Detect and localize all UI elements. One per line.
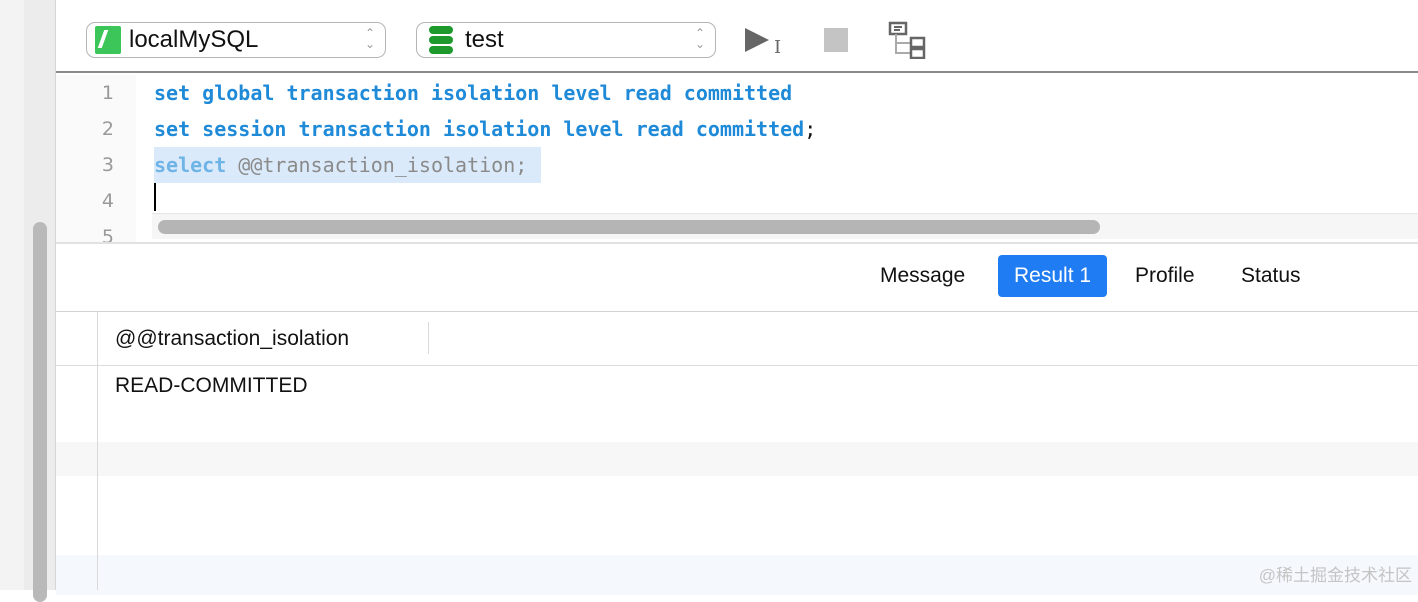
table-cell[interactable]: READ-COMMITTED bbox=[115, 366, 308, 406]
table-row[interactable]: READ-COMMITTED bbox=[56, 366, 1418, 406]
editor-horizontal-scrollbar[interactable] bbox=[152, 213, 1418, 239]
keyword: select bbox=[154, 153, 227, 177]
row-number-column bbox=[97, 312, 98, 590]
run-selected-icon[interactable] bbox=[745, 28, 769, 52]
tab-message[interactable]: Message bbox=[864, 255, 981, 297]
code-text: @@transaction_isolation; bbox=[226, 153, 528, 177]
sql-editor[interactable]: 1 set global transaction isolation level … bbox=[56, 75, 1418, 248]
chevron-updown-icon: ⌃ ⌄ bbox=[694, 26, 705, 51]
side-panel bbox=[0, 0, 56, 602]
database-label: test bbox=[465, 26, 504, 53]
line-number: 1 bbox=[101, 82, 114, 104]
selected-code-line: select @@transaction_isolation; bbox=[154, 147, 542, 183]
tab-result-1[interactable]: Result 1 bbox=[998, 255, 1108, 297]
result-tabs: Message Result 1 Profile Status bbox=[56, 242, 1418, 312]
line-number: 4 bbox=[101, 190, 114, 212]
empty-row bbox=[56, 555, 1418, 595]
keyword: set session transaction isolation level … bbox=[154, 117, 805, 141]
code-line: set session transaction isolation level … bbox=[154, 111, 816, 147]
toolbar: localMySQL ⌃ ⌄ test ⌃ ⌄ I bbox=[56, 0, 1418, 73]
stop-icon[interactable] bbox=[824, 28, 848, 52]
database-select[interactable]: test ⌃ ⌄ bbox=[416, 22, 716, 58]
explain-icon[interactable] bbox=[888, 21, 928, 59]
keyword: set global transaction isolation level r… bbox=[154, 81, 793, 105]
code-line: set global transaction isolation level r… bbox=[154, 75, 792, 111]
database-icon bbox=[429, 26, 453, 54]
text-cursor-icon: I bbox=[774, 37, 782, 58]
column-header[interactable]: @@transaction_isolation bbox=[115, 312, 349, 366]
side-scrollbar[interactable] bbox=[33, 222, 47, 602]
connection-label: localMySQL bbox=[129, 26, 259, 53]
column-divider[interactable] bbox=[428, 322, 429, 354]
tab-profile[interactable]: Profile bbox=[1119, 255, 1211, 297]
watermark: @稀土掘金技术社区 bbox=[1258, 566, 1412, 585]
code-text: ; bbox=[804, 117, 817, 141]
chevron-updown-icon: ⌃ ⌄ bbox=[364, 26, 375, 51]
text-caret bbox=[154, 183, 156, 211]
line-number: 2 bbox=[101, 118, 114, 140]
tab-status[interactable]: Status bbox=[1225, 255, 1317, 297]
result-grid: @@transaction_isolation READ-COMMITTED bbox=[56, 312, 1418, 595]
mysql-icon bbox=[95, 26, 121, 54]
line-number: 3 bbox=[101, 154, 114, 176]
grid-header: @@transaction_isolation bbox=[56, 312, 1418, 366]
empty-row bbox=[56, 442, 1418, 476]
scroll-thumb[interactable] bbox=[158, 220, 1100, 234]
connection-select[interactable]: localMySQL ⌃ ⌄ bbox=[86, 22, 386, 58]
